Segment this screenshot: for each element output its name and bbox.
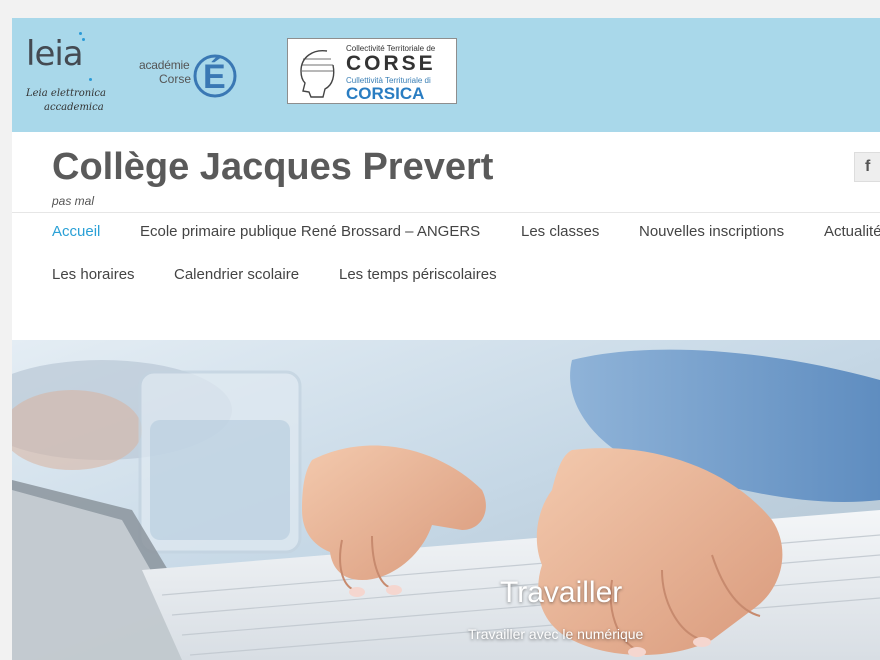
hero-slider[interactable]: Travailler Travailler avec le numérique (12, 340, 880, 660)
ctc-corse-logo[interactable]: Collectivité Territoriale de CORSE Culle… (287, 38, 457, 104)
marianne-e-icon: É (193, 54, 237, 98)
leia-dot (89, 78, 92, 81)
nav-item-temps-periscolaires[interactable]: Les temps périscolaires (339, 266, 497, 283)
page-frame: leia Leia elettronica accademica académi… (12, 18, 880, 660)
nav-item-ecole-primaire[interactable]: Ecole primaire publique René Brossard – … (140, 223, 480, 240)
top-banner: leia Leia elettronica accademica académi… (12, 18, 880, 132)
academie-corse-logo[interactable]: académie Corse É (137, 36, 237, 102)
slide-subtitle: Travailler avec le numérique (468, 626, 644, 642)
leia-logo[interactable]: leia Leia elettronica accademica (26, 30, 106, 120)
ctc-line-4: CORSICA (346, 84, 425, 103)
nav-item-accueil[interactable]: Accueil (52, 223, 100, 240)
hero-photo (12, 340, 880, 660)
slide-title[interactable]: Travailler (500, 576, 622, 610)
nav-item-les-classes[interactable]: Les classes (521, 223, 599, 240)
site-title[interactable]: Collège Jacques Prevert (52, 146, 493, 189)
site-tagline: pas mal (52, 194, 95, 208)
nav-item-nouvelles-inscriptions[interactable]: Nouvelles inscriptions (639, 223, 784, 240)
leia-tagline-1: Leia elettronica (26, 88, 106, 99)
leia-logo-word: leia (26, 34, 84, 74)
leia-tagline-2: accademica (44, 102, 104, 113)
nav-item-actualite[interactable]: Actualité (824, 223, 880, 240)
ctc-line-2: CORSE (346, 52, 436, 75)
academie-label: académie (139, 58, 190, 72)
leia-dot (82, 38, 85, 41)
corse-label: Corse (159, 72, 192, 86)
academie-e-letter: É (203, 58, 226, 96)
facebook-icon-glyph: f (865, 158, 871, 175)
facebook-icon[interactable]: f (854, 152, 880, 182)
nav-item-calendrier-scolaire[interactable]: Calendrier scolaire (174, 266, 299, 283)
head-profile-icon (300, 50, 335, 98)
nav-item-les-horaires[interactable]: Les horaires (52, 266, 135, 283)
leia-dot (79, 32, 82, 35)
header-divider (12, 212, 880, 213)
